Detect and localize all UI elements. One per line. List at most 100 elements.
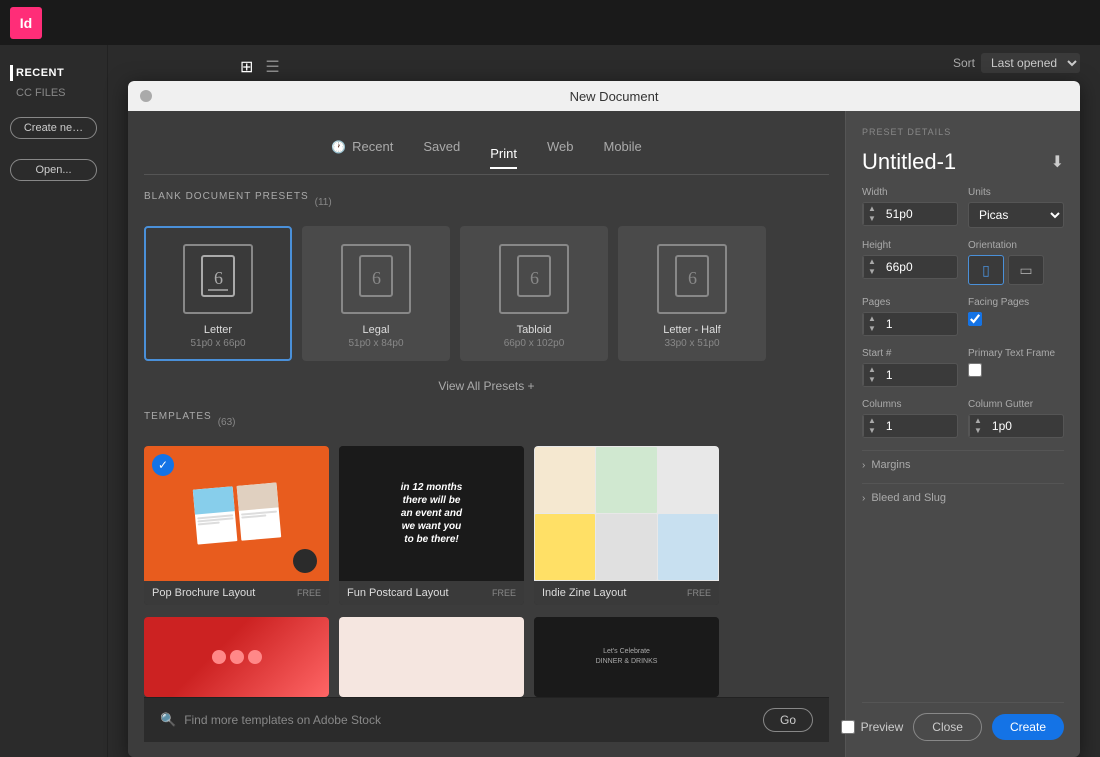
margins-chevron-icon: › [862,460,865,471]
preview-row: Preview [841,720,904,734]
landscape-orientation-button[interactable]: ▭ [1008,255,1044,285]
pop-brochure-name: Pop Brochure Layout [152,587,255,599]
sidebar-item-cc-files[interactable]: CC FILES [10,85,97,101]
margins-header[interactable]: › Margins [862,459,1064,471]
tab-mobile-label: Mobile [603,139,641,154]
search-go-button[interactable]: Go [763,708,813,732]
units-label: Units [968,187,1064,198]
height-input[interactable] [880,256,957,278]
create-button[interactable]: Create [992,714,1064,740]
svg-text:6: 6 [372,268,381,288]
thumb-dark-dinner-bg: Let's CelebrateDINNER & DRINKS [534,617,719,697]
pages-input[interactable] [880,313,957,335]
tab-recent[interactable]: 🕐 Recent [331,135,393,158]
columns-input[interactable] [880,415,957,437]
preset-letter-half-name: Letter - Half [663,324,720,336]
start-spinner[interactable]: ▲ ▼ [863,365,880,385]
column-gutter-spinner[interactable]: ▲ ▼ [969,416,986,436]
indie-cell-4 [535,514,595,580]
template-indie-zine-info: Indie Zine Layout FREE [534,581,719,605]
bleed-slug-header[interactable]: › Bleed and Slug [862,492,1064,504]
view-all-presets: View All Presets + [144,377,829,395]
template-bottom-2[interactable] [339,617,524,697]
svg-text:6: 6 [214,268,223,288]
pages-label: Pages [862,297,958,308]
list-view-button[interactable]: ☰ [263,55,281,79]
view-icons: ⊞ ☰ [238,55,282,79]
sidebar-nav: RECENT CC FILES [10,65,97,101]
portrait-orientation-button[interactable]: ▯ [968,255,1004,285]
form-row-pages: Pages ▲ ▼ Facing Pages [862,297,1064,336]
columns-up-button[interactable]: ▲ [864,416,880,426]
width-up-button[interactable]: ▲ [864,204,880,214]
template-bottom-1[interactable] [144,617,329,697]
sort-select[interactable]: Last opened [981,53,1080,73]
start-up-button[interactable]: ▲ [864,365,880,375]
width-input[interactable] [880,203,957,225]
preview-checkbox[interactable] [841,720,855,734]
facing-pages-label: Facing Pages [968,297,1064,308]
bleed-slug-label: Bleed and Slug [871,492,946,504]
template-indie-zine[interactable]: Indie Zine Layout FREE [534,446,719,605]
blank-presets-section: BLANK DOCUMENT PRESETS (11) 6 [144,191,829,395]
units-select[interactable]: Picas [968,202,1064,228]
height-down-button[interactable]: ▼ [864,267,880,277]
tab-web[interactable]: Web [547,135,574,158]
tab-print[interactable]: Print [490,142,517,169]
form-field-orientation: Orientation ▯ ▭ [968,240,1064,285]
primary-text-frame-label: Primary Text Frame [968,348,1064,359]
traffic-light-close[interactable] [140,90,152,102]
form-field-column-gutter: Column Gutter ▲ ▼ [968,399,1064,438]
primary-text-frame-checkbox[interactable] [968,363,982,377]
column-gutter-up-button[interactable]: ▲ [970,416,986,426]
pages-spinner[interactable]: ▲ ▼ [863,314,880,334]
width-spinner[interactable]: ▲ ▼ [863,204,880,224]
start-down-button[interactable]: ▼ [864,375,880,385]
pages-up-button[interactable]: ▲ [864,314,880,324]
template-bottom-3[interactable]: Let's CelebrateDINNER & DRINKS [534,617,719,697]
open-button[interactable]: Open... [10,159,97,181]
template-bottom-2-thumb [339,617,524,697]
start-label: Start # [862,348,958,359]
create-new-button[interactable]: Create ne… [10,117,97,139]
view-all-presets-button[interactable]: View All Presets + [438,379,534,393]
height-up-button[interactable]: ▲ [864,257,880,267]
template-bottom-3-thumb: Let's CelebrateDINNER & DRINKS [534,617,719,697]
width-input-wrap: ▲ ▼ [862,202,958,226]
primary-text-frame-checkbox-row [968,363,1064,377]
preset-tabloid[interactable]: 6 Tabloid 66p0 x 102p0 [460,226,608,361]
tab-mobile[interactable]: Mobile [603,135,641,158]
preset-letter[interactable]: 6 Letter 51p0 x 66p0 [144,226,292,361]
right-panel: PRESET DETAILS Untitled-1 ⬇ Width ▲ [845,111,1080,757]
tab-saved[interactable]: Saved [423,135,460,158]
preset-letter-half[interactable]: 6 Letter - Half 33p0 x 51p0 [618,226,766,361]
preset-legal[interactable]: 6 Legal 51p0 x 84p0 [302,226,450,361]
preset-tabloid-icon: 6 [499,244,569,314]
column-gutter-input[interactable] [986,415,1063,437]
sort-label: Sort [953,56,975,70]
columns-down-button[interactable]: ▼ [864,426,880,436]
grid-view-button[interactable]: ⊞ [238,55,255,79]
facing-pages-checkbox-row [968,312,1064,326]
sidebar-item-recent[interactable]: RECENT [10,65,97,81]
brochure-page-2 [236,482,281,540]
templates-row-bottom: Let's CelebrateDINNER & DRINKS [144,617,829,697]
columns-spinner[interactable]: ▲ ▼ [863,416,880,436]
pages-down-button[interactable]: ▼ [864,324,880,334]
form-field-units: Units Picas [968,187,1064,228]
width-down-button[interactable]: ▼ [864,214,880,224]
download-icon-button[interactable]: ⬇ [1051,152,1064,172]
template-pop-brochure[interactable]: ✓ Pop Brochure Layout FREE [144,446,329,605]
column-gutter-input-wrap: ▲ ▼ [968,414,1064,438]
close-button[interactable]: Close [913,713,982,741]
dialog-actions: Preview Close Create [862,702,1064,741]
preset-letter-name: Letter [204,324,232,336]
form-field-primary-text-frame: Primary Text Frame [968,348,1064,377]
height-spinner[interactable]: ▲ ▼ [863,257,880,277]
facing-pages-checkbox[interactable] [968,312,982,326]
column-gutter-down-button[interactable]: ▼ [970,426,986,436]
margins-section: › Margins [862,450,1064,471]
template-fun-postcard[interactable]: in 12 monthsthere will bean event andwe … [339,446,524,605]
start-input[interactable] [880,364,957,386]
brochure-page-1-text [194,511,235,528]
